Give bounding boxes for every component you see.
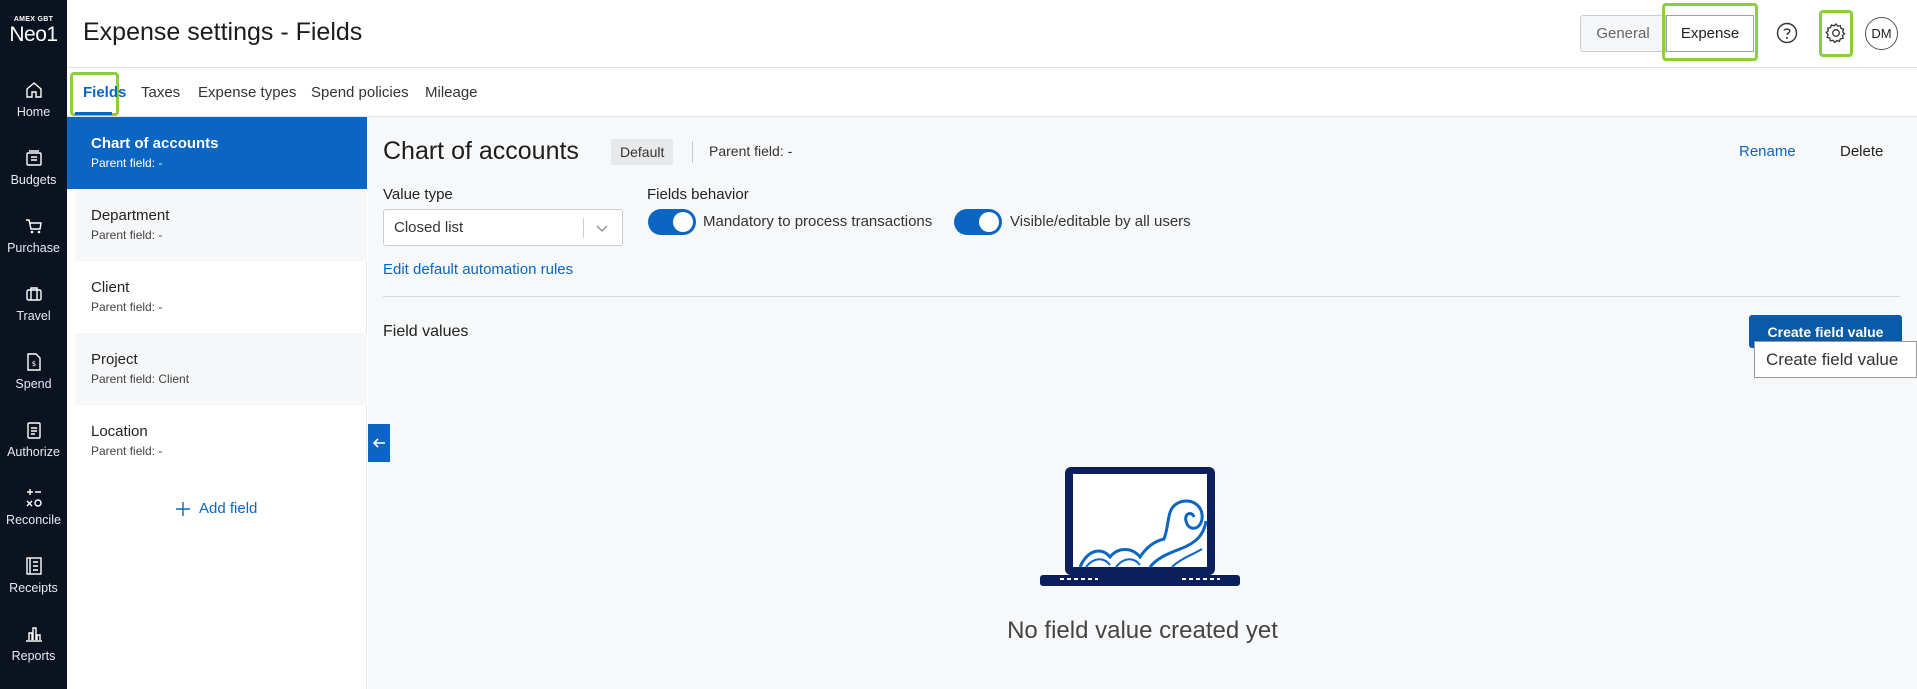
tab-expense-types[interactable]: Expense types xyxy=(198,84,296,101)
user-avatar[interactable]: DM xyxy=(1865,17,1898,50)
nav-reports-label: Reports xyxy=(11,649,56,663)
mandatory-toggle[interactable] xyxy=(648,209,696,235)
gear-icon xyxy=(1825,23,1846,44)
field-parent: Parent field: - xyxy=(91,444,163,458)
field-values-title: Field values xyxy=(383,323,469,340)
nav-budgets[interactable]: Budgets xyxy=(0,148,67,204)
field-list: Chart of accounts Parent field: - Depart… xyxy=(67,117,367,689)
value-type-label: Value type xyxy=(383,186,453,203)
field-name: Project xyxy=(91,351,138,368)
nav-travel[interactable]: Travel xyxy=(0,284,67,340)
field-item-chart-of-accounts[interactable]: Chart of accounts Parent field: - xyxy=(67,117,367,189)
tooltip: Create field value xyxy=(1754,341,1917,378)
rename-button[interactable]: Rename xyxy=(1739,143,1796,160)
home-icon xyxy=(25,82,42,98)
empty-state-message: No field value created yet xyxy=(1007,617,1278,644)
edit-automation-rules-link[interactable]: Edit default automation rules xyxy=(383,261,573,278)
bar-chart-icon xyxy=(25,627,42,642)
nav-purchase[interactable]: Purchase xyxy=(0,216,67,272)
nav-travel-label: Travel xyxy=(16,309,51,323)
plus-icon xyxy=(176,501,190,516)
nav-reconcile[interactable]: Reconcile xyxy=(0,488,67,544)
tab-taxes[interactable]: Taxes xyxy=(141,84,180,101)
chevron-down-icon xyxy=(596,225,608,232)
divider xyxy=(692,141,693,163)
field-parent: Parent field: - xyxy=(91,228,163,242)
help-button[interactable] xyxy=(1774,20,1800,46)
field-parent: Parent field: - xyxy=(91,300,163,314)
visible-toggle[interactable] xyxy=(954,209,1002,235)
toggle-knob xyxy=(979,212,999,232)
add-field-button[interactable]: Add field xyxy=(175,500,257,517)
arrow-left-icon xyxy=(372,438,385,448)
select-divider xyxy=(583,218,584,238)
nav-receipts-label: Receipts xyxy=(9,581,58,595)
luggage-icon xyxy=(25,287,42,301)
nav-spend-label: Spend xyxy=(15,377,52,391)
laptop-illustration xyxy=(1040,467,1240,586)
visible-toggle-label: Visible/editable by all users xyxy=(1010,213,1191,230)
field-parent: Parent field: Client xyxy=(91,372,190,386)
cart-icon xyxy=(25,219,42,234)
receipts-icon xyxy=(25,557,42,575)
fields-behavior-label: Fields behavior xyxy=(647,186,749,203)
settings-button[interactable] xyxy=(1823,20,1849,46)
clipboard-icon xyxy=(26,422,41,439)
nav-home-label: Home xyxy=(16,105,51,119)
field-name: Client xyxy=(91,279,130,296)
collapse-panel-button[interactable] xyxy=(368,424,390,462)
field-item-project[interactable]: Project Parent field: Client xyxy=(75,333,367,405)
reconcile-icon xyxy=(26,489,42,507)
brand-logo: AMEX GBT Neo1 xyxy=(0,16,67,46)
value-type-value: Closed list xyxy=(394,219,464,236)
segment-general[interactable]: General xyxy=(1580,15,1666,52)
nav-spend[interactable]: $ Spend xyxy=(0,352,67,408)
field-name: Department xyxy=(91,207,170,224)
active-tab-indicator xyxy=(75,112,112,115)
brand-name: Neo1 xyxy=(9,23,58,46)
page-title: Expense settings - Fields xyxy=(83,18,363,46)
svg-text:$: $ xyxy=(31,360,35,368)
tab-fields[interactable]: Fields xyxy=(83,84,126,101)
tab-bar: Fields Taxes Expense types Spend policie… xyxy=(67,68,1917,117)
value-type-select[interactable]: Closed list xyxy=(383,209,623,246)
left-navigation: AMEX GBT Neo1 Home Budgets Purchase Trav… xyxy=(0,0,67,689)
delete-button[interactable]: Delete xyxy=(1840,143,1883,160)
field-item-location[interactable]: Location Parent field: - xyxy=(67,405,367,477)
mandatory-toggle-label: Mandatory to process transactions xyxy=(703,213,933,230)
nav-reports[interactable]: Reports xyxy=(0,624,67,680)
field-item-department[interactable]: Department Parent field: - xyxy=(75,189,367,261)
nav-authorize-label: Authorize xyxy=(7,445,60,459)
help-icon xyxy=(1776,22,1798,44)
spend-icon: $ xyxy=(26,353,41,371)
nav-home[interactable]: Home xyxy=(0,80,67,136)
add-field-label: Add field xyxy=(199,500,258,517)
detail-parent-field: Parent field: - xyxy=(709,143,793,159)
nav-reconcile-label: Reconcile xyxy=(6,513,61,527)
nav-purchase-label: Purchase xyxy=(7,241,60,255)
detail-title: Chart of accounts xyxy=(383,137,579,165)
field-detail-panel: Chart of accounts Default Parent field: … xyxy=(368,117,1917,689)
segment-expense[interactable]: Expense xyxy=(1666,15,1754,52)
field-name: Chart of accounts xyxy=(91,135,219,152)
nav-budgets-label: Budgets xyxy=(10,173,57,187)
nav-receipts[interactable]: Receipts xyxy=(0,556,67,612)
budgets-icon xyxy=(25,150,42,166)
field-name: Location xyxy=(91,423,148,440)
section-divider xyxy=(383,296,1900,297)
toggle-knob xyxy=(673,212,693,232)
field-item-client[interactable]: Client Parent field: - xyxy=(67,261,367,333)
tab-mileage[interactable]: Mileage xyxy=(425,84,478,101)
tab-spend-policies[interactable]: Spend policies xyxy=(311,84,409,101)
nav-authorize[interactable]: Authorize xyxy=(0,420,67,476)
default-badge: Default xyxy=(611,139,674,165)
header: Expense settings - Fields General Expens… xyxy=(67,0,1917,68)
field-parent: Parent field: - xyxy=(91,156,163,170)
